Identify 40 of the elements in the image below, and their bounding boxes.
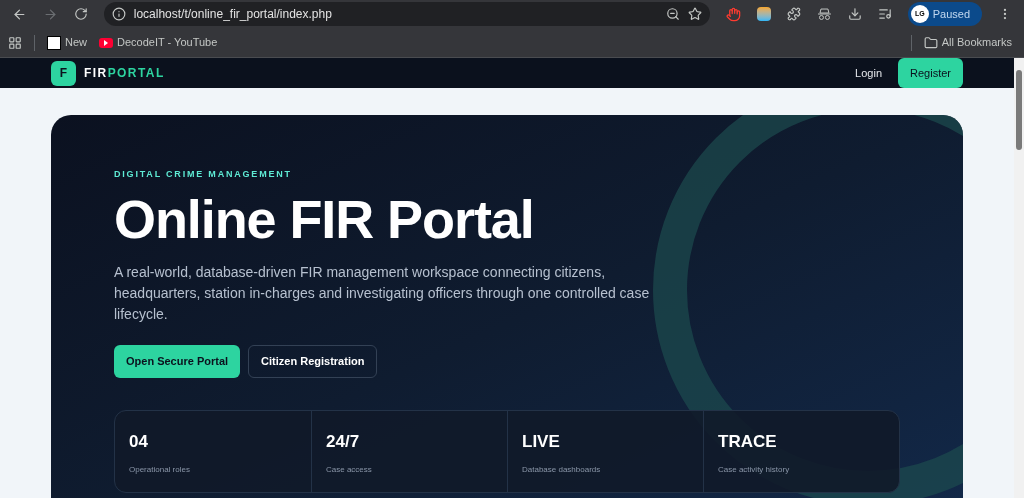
scrollbar[interactable] (1014, 58, 1024, 498)
stat-label: Case access (326, 464, 373, 476)
all-bookmarks[interactable]: All Bookmarks (923, 34, 1016, 51)
download-icon[interactable] (847, 7, 862, 21)
zoom-icon[interactable] (666, 7, 681, 21)
stat-value: TRACE (718, 430, 778, 453)
media-icon[interactable] (877, 7, 892, 21)
login-link[interactable]: Login (855, 64, 883, 82)
back-icon[interactable] (12, 6, 27, 22)
folder-icon (923, 35, 938, 50)
hand-icon[interactable] (726, 6, 742, 22)
stat-value: LIVE (522, 430, 561, 453)
stat-label: Operational roles (129, 464, 191, 476)
open-portal-button[interactable]: Open Secure Portal (114, 344, 241, 378)
apps-icon[interactable] (8, 35, 22, 50)
play-logo-icon (99, 37, 113, 48)
stat-label: Case activity history (718, 464, 791, 476)
hero-title: Online FIR Portal (114, 187, 535, 250)
incognito-icon[interactable] (817, 8, 832, 20)
bookmark-star-icon[interactable] (688, 7, 703, 21)
hero-description: A real-world, database-driven FIR management workspace connecting citizens, headquarters, station in-charges and investigating officers through one controlled case lifecycle. (114, 262, 651, 324)
address-bar[interactable]: localhost/t/online_fir_portal/index.php (103, 2, 711, 26)
extension-icon[interactable] (757, 7, 772, 21)
reload-icon[interactable] (73, 7, 88, 21)
bookmark-item[interactable]: DecodeIT - YouTube (99, 34, 218, 51)
bookmark-item[interactable]: New (47, 34, 87, 51)
stat-value: 04 (129, 430, 149, 453)
brand-logo-icon[interactable]: F (51, 60, 76, 86)
profile-status: Paused (932, 6, 971, 22)
site-logo-icon (47, 35, 61, 50)
url-text: localhost/t/online_fir_portal/index.php (133, 6, 333, 23)
citizen-registration-button[interactable]: Citizen Registration (248, 344, 378, 378)
puzzle-icon[interactable] (787, 7, 801, 21)
stat-label: Database dashboards (522, 464, 602, 476)
brand-name-accent: PORTAL (107, 65, 165, 82)
stat-value: 24/7 (326, 430, 361, 453)
info-icon[interactable] (111, 7, 126, 21)
register-button[interactable]: Register (898, 58, 963, 88)
brand-name: FIR (84, 65, 108, 82)
hero-eyebrow: DIGITAL CRIME MANAGEMENT (114, 168, 293, 181)
